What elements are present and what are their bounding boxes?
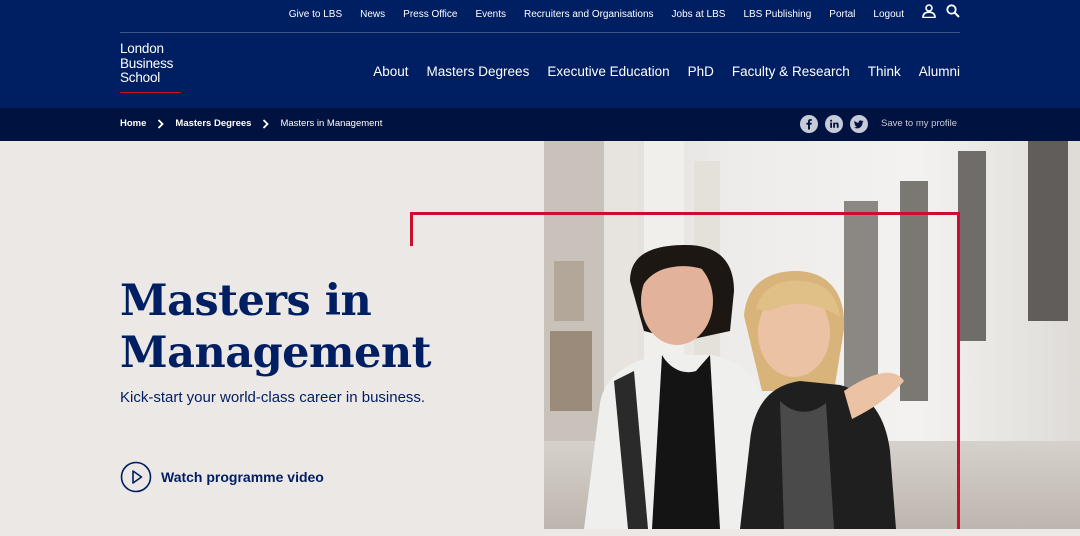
page-title-line: Management bbox=[120, 328, 432, 378]
util-link-news[interactable]: News bbox=[360, 9, 385, 20]
util-link-portal[interactable]: Portal bbox=[829, 9, 855, 20]
page-title-line: Masters in bbox=[120, 276, 372, 326]
header-divider bbox=[120, 32, 960, 33]
students-photo-illustration bbox=[544, 141, 1080, 529]
save-to-profile-link[interactable]: Save to my profile bbox=[881, 118, 957, 129]
util-link-press-office[interactable]: Press Office bbox=[403, 9, 457, 20]
breadcrumb-masters-degrees[interactable]: Masters Degrees bbox=[175, 118, 251, 129]
util-link-give[interactable]: Give to LBS bbox=[289, 9, 342, 20]
util-link-logout[interactable]: Logout bbox=[873, 9, 904, 20]
util-link-events[interactable]: Events bbox=[475, 9, 506, 20]
breadcrumb-bar: Home Masters Degrees Masters in Manageme… bbox=[0, 108, 1080, 141]
search-icon[interactable] bbox=[946, 4, 960, 18]
logo-line: London bbox=[120, 41, 164, 56]
chevron-right-icon bbox=[263, 118, 270, 129]
twitter-icon[interactable] bbox=[850, 115, 868, 133]
linkedin-icon[interactable] bbox=[825, 115, 843, 133]
logo-line: Business bbox=[120, 55, 174, 71]
util-link-jobs[interactable]: Jobs at LBS bbox=[672, 9, 726, 20]
util-link-recruiters[interactable]: Recruiters and Organisations bbox=[524, 9, 654, 20]
watch-video-button[interactable]: Watch programme video bbox=[120, 461, 324, 493]
utility-links: Give to LBS News Press Office Events Rec… bbox=[289, 9, 904, 20]
chevron-right-icon bbox=[158, 118, 165, 129]
page-title: Masters in Management bbox=[120, 275, 460, 379]
nav-item-executive-education[interactable]: Executive Education bbox=[547, 64, 669, 79]
hero-subtitle: Kick-start your world-class career in bu… bbox=[120, 389, 426, 406]
main-nav: About Masters Degrees Executive Educatio… bbox=[373, 64, 960, 79]
user-icon[interactable] bbox=[922, 4, 936, 19]
nav-item-alumni[interactable]: Alumni bbox=[919, 64, 960, 79]
share-links bbox=[800, 115, 868, 133]
util-link-publishing[interactable]: LBS Publishing bbox=[743, 9, 811, 20]
breadcrumb-home[interactable]: Home bbox=[120, 118, 146, 129]
utility-bar: Give to LBS News Press Office Events Rec… bbox=[0, 0, 1080, 32]
nav-item-phd[interactable]: PhD bbox=[688, 64, 714, 79]
watch-video-label: Watch programme video bbox=[161, 469, 324, 485]
site-header: Give to LBS News Press Office Events Rec… bbox=[0, 0, 1080, 108]
nav-item-faculty-research[interactable]: Faculty & Research bbox=[732, 64, 850, 79]
logo-line: School bbox=[120, 70, 161, 85]
logo-underline bbox=[120, 92, 181, 93]
hero-photo bbox=[544, 141, 1080, 529]
breadcrumb-current: Masters in Management bbox=[280, 118, 383, 129]
facebook-icon[interactable] bbox=[800, 115, 818, 133]
nav-item-think[interactable]: Think bbox=[868, 64, 901, 79]
play-icon bbox=[120, 461, 152, 493]
utility-icons bbox=[922, 4, 960, 19]
nav-item-masters-degrees[interactable]: Masters Degrees bbox=[427, 64, 530, 79]
lbs-logo[interactable]: London Business School bbox=[120, 41, 182, 86]
breadcrumb: Home Masters Degrees Masters in Manageme… bbox=[120, 118, 382, 129]
nav-item-about[interactable]: About bbox=[373, 64, 408, 79]
